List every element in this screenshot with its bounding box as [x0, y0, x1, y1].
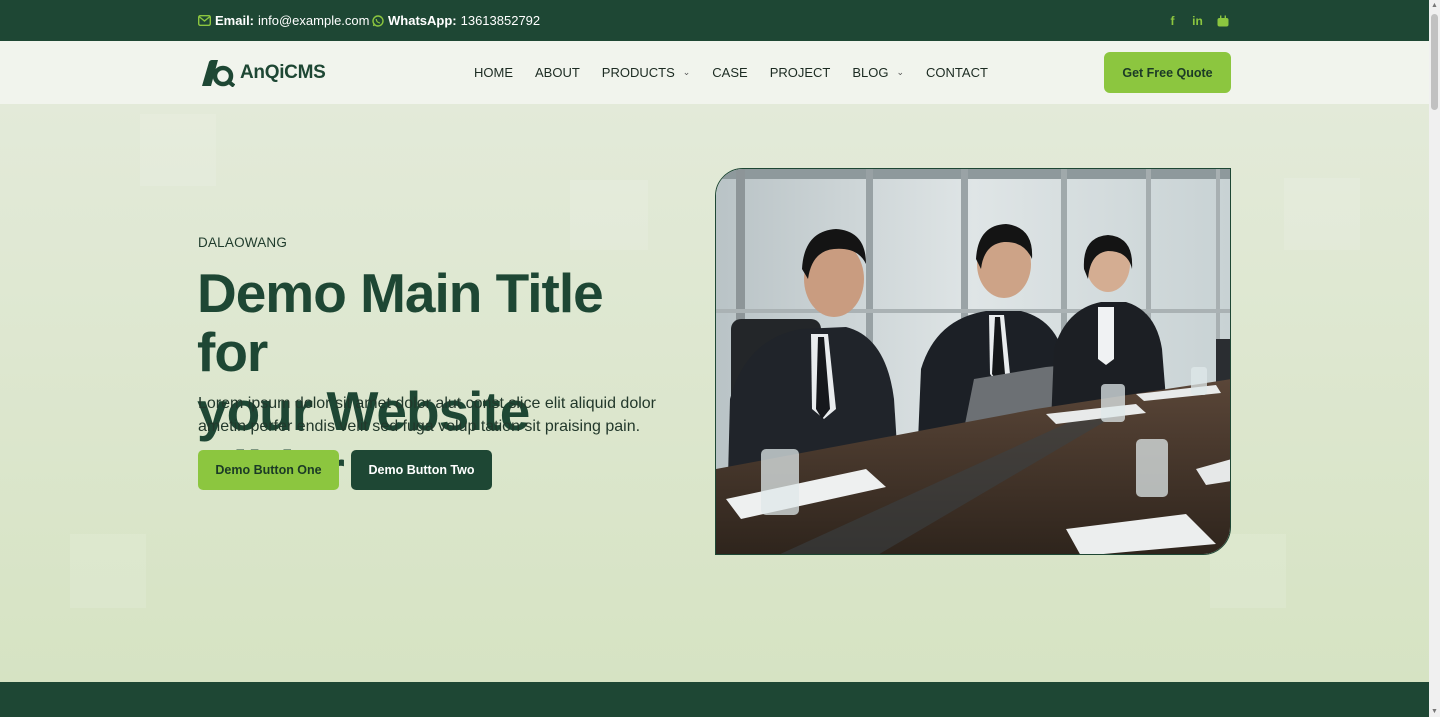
nav-label: PROJECT	[769, 65, 831, 80]
background-tile	[1284, 178, 1360, 250]
nav-item-about[interactable]: ABOUT	[535, 65, 580, 80]
nav-label: ABOUT	[535, 65, 580, 80]
main-header: AnQiCMS HOME ABOUT PRODUCTS ⌄ CASE PROJEC…	[0, 41, 1429, 104]
nav-item-case[interactable]: CASE	[712, 65, 747, 80]
whatsapp-icon	[372, 14, 384, 27]
hero-image	[715, 168, 1231, 555]
scroll-up-arrow-icon[interactable]: ▲	[1429, 0, 1440, 11]
nav-label: CASE	[712, 65, 748, 80]
chevron-down-icon: ⌄	[682, 67, 691, 77]
youtube-icon[interactable]	[1216, 14, 1229, 28]
logo-mark-icon	[202, 60, 235, 87]
nav-item-blog[interactable]: BLOG ⌄	[852, 65, 904, 80]
main-nav: HOME ABOUT PRODUCTS ⌄ CASE PROJECT BLOG ⌄ …	[474, 41, 1010, 104]
footer-strip	[0, 682, 1429, 717]
meeting-photo-illustration	[716, 169, 1230, 554]
email-value[interactable]: info@example.com	[258, 13, 369, 28]
email-label: Email:	[215, 13, 255, 28]
hero-eyebrow: DALAOWANG	[198, 235, 288, 250]
envelope-icon	[198, 15, 211, 26]
top-contact-bar: Email: info@example.com WhatsApp: 136138…	[0, 0, 1429, 41]
scroll-thumb[interactable]	[1431, 14, 1438, 110]
nav-item-products[interactable]: PRODUCTS ⌄	[602, 65, 691, 80]
whatsapp-value[interactable]: 13613852792	[461, 13, 541, 28]
whatsapp-contact[interactable]: WhatsApp: 13613852792	[372, 0, 540, 41]
email-contact[interactable]: Email: info@example.com	[198, 0, 369, 41]
page: Email: info@example.com WhatsApp: 136138…	[0, 0, 1429, 717]
background-tile	[70, 534, 146, 608]
demo-button-two[interactable]: Demo Button Two	[351, 450, 492, 490]
whatsapp-label: WhatsApp:	[388, 13, 457, 28]
background-tile	[570, 180, 648, 250]
nav-item-contact[interactable]: CONTACT	[926, 65, 988, 80]
hero-title-line-1: Demo Main Title for	[197, 262, 604, 383]
nav-label: HOME	[474, 65, 513, 80]
chevron-down-icon: ⌄	[896, 67, 905, 77]
demo-button-one[interactable]: Demo Button One	[198, 450, 339, 490]
vertical-scrollbar[interactable]: ▲ ▼	[1429, 0, 1440, 717]
logo-text: AnQiCMS	[240, 62, 326, 83]
social-links: f in	[1166, 0, 1229, 41]
site-logo[interactable]: AnQiCMS	[199, 59, 326, 87]
hero-slider: DALAOWANG Demo Main Title for your Websi…	[0, 104, 1429, 682]
nav-label: CONTACT	[926, 65, 988, 80]
scroll-down-arrow-icon[interactable]: ▼	[1429, 706, 1440, 717]
hero-description: Lorem ipsum dolor sit amet dolor alut co…	[198, 395, 656, 435]
nav-item-project[interactable]: PROJECT	[770, 65, 831, 80]
nav-label: BLOG	[852, 65, 889, 80]
nav-label: PRODUCTS	[601, 65, 675, 80]
linkedin-icon[interactable]: in	[1191, 14, 1204, 28]
facebook-icon[interactable]: f	[1166, 14, 1179, 28]
get-free-quote-button[interactable]: Get Free Quote	[1104, 52, 1231, 93]
background-tile	[140, 114, 216, 186]
nav-item-home[interactable]: HOME	[474, 65, 513, 80]
